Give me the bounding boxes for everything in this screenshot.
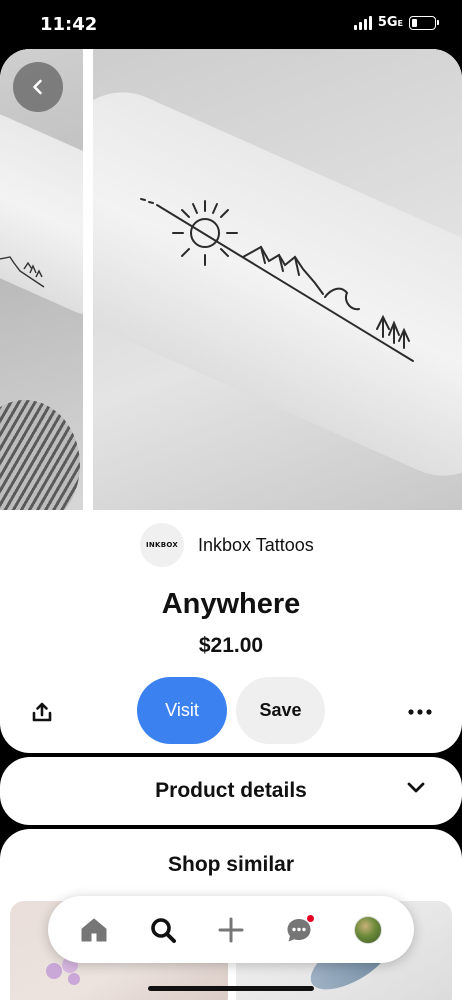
tab-profile[interactable] xyxy=(346,908,390,952)
more-button[interactable] xyxy=(402,694,438,730)
network-type: 5G xyxy=(377,15,398,30)
back-button[interactable] xyxy=(13,62,63,112)
merchant-link[interactable]: INKBOX Inkbox Tattoos xyxy=(140,523,314,567)
battery-level xyxy=(412,18,418,27)
tab-search[interactable] xyxy=(141,908,185,952)
bottom-tab-bar xyxy=(48,896,414,963)
chevron-left-icon xyxy=(33,79,42,95)
share-button[interactable] xyxy=(24,694,60,730)
tab-home[interactable] xyxy=(72,908,116,952)
home-indicator xyxy=(148,986,314,991)
share-icon xyxy=(32,702,52,722)
shop-similar-title: Shop similar xyxy=(167,853,295,876)
status-time: 11:42 xyxy=(40,14,98,35)
signal-icon xyxy=(353,15,372,30)
price: $21.00 xyxy=(198,634,264,657)
status-bar: 11:42 5GE xyxy=(0,0,462,48)
network-suffix: E xyxy=(397,19,403,28)
tab-create[interactable] xyxy=(209,908,253,952)
more-horizontal-icon xyxy=(408,709,432,715)
tab-messages[interactable] xyxy=(277,908,321,952)
pin-image[interactable] xyxy=(93,49,462,510)
product-details-toggle[interactable]: Product details xyxy=(0,757,462,825)
product-details-label: Product details xyxy=(155,779,307,802)
battery-icon xyxy=(409,15,439,30)
plus-icon xyxy=(218,917,244,942)
merchant-logo: INKBOX xyxy=(140,523,184,567)
home-icon xyxy=(81,918,107,941)
merchant-name[interactable]: Inkbox Tattoos xyxy=(198,535,314,556)
pin-card: INKBOX Inkbox Tattoos Anywhere $21.00 Vi… xyxy=(0,49,462,753)
search-icon xyxy=(150,917,176,943)
save-button[interactable]: Save xyxy=(236,677,325,744)
status-indicators: 5GE xyxy=(353,15,439,30)
tattoo-image xyxy=(140,198,414,362)
pin-title: Anywhere xyxy=(161,588,301,620)
visit-button[interactable]: Visit xyxy=(137,677,227,744)
network-indicator: 5GE xyxy=(378,15,403,30)
avatar xyxy=(353,915,382,944)
previous-image[interactable] xyxy=(0,49,83,510)
image-carousel[interactable] xyxy=(0,49,462,510)
chevron-down-icon xyxy=(407,782,425,793)
notification-dot xyxy=(306,913,316,923)
